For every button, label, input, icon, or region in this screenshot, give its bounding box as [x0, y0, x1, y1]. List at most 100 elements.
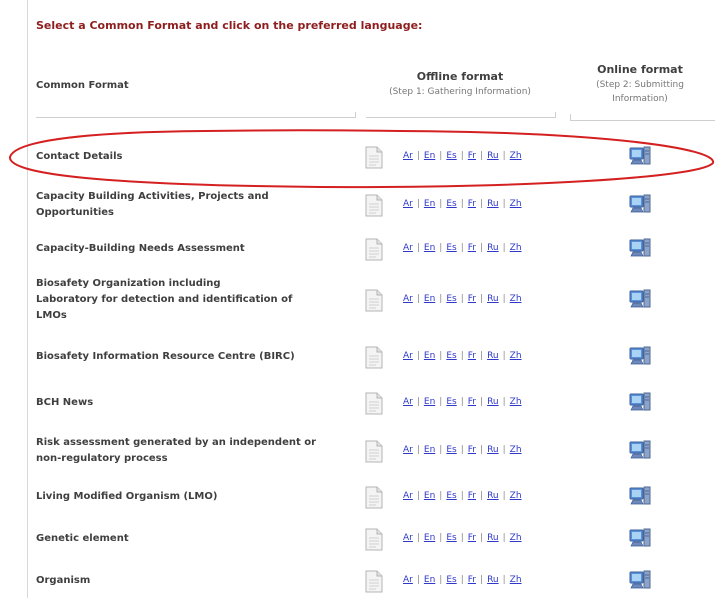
language-link-fr[interactable]: Fr — [468, 445, 476, 455]
link-separator: | — [460, 397, 464, 407]
language-link-zh[interactable]: Zh — [510, 533, 522, 543]
language-link-fr[interactable]: Fr — [468, 351, 476, 361]
computer-icon[interactable] — [628, 527, 652, 551]
link-separator: | — [502, 533, 506, 543]
format-name-line: LMOs — [36, 310, 67, 321]
language-link-ru[interactable]: Ru — [487, 351, 499, 361]
language-link-ar[interactable]: Ar — [403, 491, 413, 501]
language-link-es[interactable]: Es — [446, 351, 456, 361]
language-link-ru[interactable]: Ru — [487, 575, 499, 585]
language-link-ar[interactable]: Ar — [403, 151, 413, 161]
language-link-fr[interactable]: Fr — [468, 294, 476, 304]
document-icon[interactable] — [365, 194, 383, 217]
language-link-ru[interactable]: Ru — [487, 491, 499, 501]
language-link-es[interactable]: Es — [446, 397, 456, 407]
language-link-zh[interactable]: Zh — [510, 397, 522, 407]
link-separator: | — [502, 491, 506, 501]
language-link-ar[interactable]: Ar — [403, 351, 413, 361]
computer-icon[interactable] — [628, 193, 652, 217]
document-icon[interactable] — [365, 528, 383, 551]
language-link-en[interactable]: En — [424, 533, 435, 543]
document-icon[interactable] — [365, 570, 383, 593]
language-link-en[interactable]: En — [424, 575, 435, 585]
computer-icon[interactable] — [628, 288, 652, 312]
language-link-es[interactable]: Es — [446, 294, 456, 304]
link-separator: | — [480, 445, 484, 455]
language-link-ru[interactable]: Ru — [487, 397, 499, 407]
document-icon[interactable] — [365, 346, 383, 369]
language-link-fr[interactable]: Fr — [468, 151, 476, 161]
language-link-fr[interactable]: Fr — [468, 491, 476, 501]
computer-icon[interactable] — [628, 237, 652, 261]
language-link-zh[interactable]: Zh — [510, 199, 522, 209]
format-name: Biosafety Information Resource Centre (B… — [36, 349, 336, 365]
header-divider-online — [570, 120, 715, 121]
document-icon[interactable] — [365, 238, 383, 261]
language-link-ru[interactable]: Ru — [487, 151, 499, 161]
language-link-zh[interactable]: Zh — [510, 294, 522, 304]
link-separator: | — [460, 575, 464, 585]
language-link-es[interactable]: Es — [446, 575, 456, 585]
link-separator: | — [439, 491, 443, 501]
language-link-en[interactable]: En — [424, 351, 435, 361]
document-icon[interactable] — [365, 289, 383, 312]
language-link-fr[interactable]: Fr — [468, 397, 476, 407]
language-link-fr[interactable]: Fr — [468, 199, 476, 209]
language-link-zh[interactable]: Zh — [510, 351, 522, 361]
link-separator: | — [460, 491, 464, 501]
computer-icon[interactable] — [628, 569, 652, 593]
document-icon[interactable] — [365, 440, 383, 463]
language-link-ar[interactable]: Ar — [403, 294, 413, 304]
language-links: Ar | En | Es | Fr | Ru | Zh — [403, 151, 522, 161]
language-link-ar[interactable]: Ar — [403, 199, 413, 209]
language-link-zh[interactable]: Zh — [510, 445, 522, 455]
link-separator: | — [480, 575, 484, 585]
document-icon[interactable] — [365, 146, 383, 169]
language-link-es[interactable]: Es — [446, 491, 456, 501]
language-link-ar[interactable]: Ar — [403, 575, 413, 585]
language-link-ar[interactable]: Ar — [403, 243, 413, 253]
language-link-es[interactable]: Es — [446, 199, 456, 209]
computer-icon[interactable] — [628, 145, 652, 169]
document-icon[interactable] — [365, 392, 383, 415]
link-separator: | — [460, 151, 464, 161]
language-link-fr[interactable]: Fr — [468, 243, 476, 253]
computer-icon[interactable] — [628, 485, 652, 509]
language-link-ru[interactable]: Ru — [487, 243, 499, 253]
language-link-en[interactable]: En — [424, 243, 435, 253]
language-link-zh[interactable]: Zh — [510, 491, 522, 501]
language-link-es[interactable]: Es — [446, 243, 456, 253]
language-link-ru[interactable]: Ru — [487, 199, 499, 209]
link-separator: | — [439, 151, 443, 161]
link-separator: | — [480, 351, 484, 361]
link-separator: | — [416, 397, 420, 407]
language-link-ru[interactable]: Ru — [487, 294, 499, 304]
language-link-ar[interactable]: Ar — [403, 533, 413, 543]
language-link-es[interactable]: Es — [446, 533, 456, 543]
language-link-ar[interactable]: Ar — [403, 445, 413, 455]
language-link-zh[interactable]: Zh — [510, 575, 522, 585]
language-link-fr[interactable]: Fr — [468, 575, 476, 585]
link-separator: | — [502, 575, 506, 585]
language-link-en[interactable]: En — [424, 445, 435, 455]
language-link-zh[interactable]: Zh — [510, 243, 522, 253]
link-separator: | — [480, 151, 484, 161]
computer-icon[interactable] — [628, 439, 652, 463]
format-name-line: Laboratory for detection and identificat… — [36, 294, 293, 305]
language-link-fr[interactable]: Fr — [468, 533, 476, 543]
language-link-es[interactable]: Es — [446, 151, 456, 161]
computer-icon[interactable] — [628, 345, 652, 369]
language-link-ar[interactable]: Ar — [403, 397, 413, 407]
format-name-line: Opportunities — [36, 207, 115, 218]
language-link-es[interactable]: Es — [446, 445, 456, 455]
language-link-en[interactable]: En — [424, 491, 435, 501]
language-link-en[interactable]: En — [424, 199, 435, 209]
language-link-en[interactable]: En — [424, 151, 435, 161]
language-link-en[interactable]: En — [424, 397, 435, 407]
language-link-en[interactable]: En — [424, 294, 435, 304]
computer-icon[interactable] — [628, 391, 652, 415]
language-link-ru[interactable]: Ru — [487, 533, 499, 543]
language-link-ru[interactable]: Ru — [487, 445, 499, 455]
language-link-zh[interactable]: Zh — [510, 151, 522, 161]
document-icon[interactable] — [365, 486, 383, 509]
